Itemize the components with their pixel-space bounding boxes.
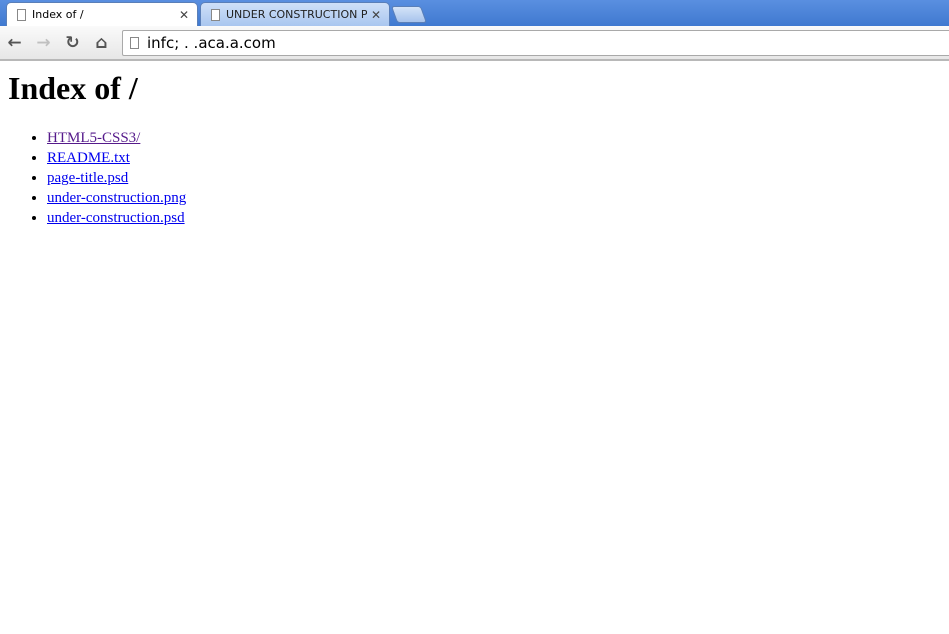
tab-title: UNDER CONSTRUCTION PAGE (226, 8, 367, 21)
tab-under-construction[interactable]: UNDER CONSTRUCTION PAGE ✕ (200, 2, 390, 26)
tab-bar: Index of / ✕ UNDER CONSTRUCTION PAGE ✕ (0, 0, 949, 26)
list-item: HTML5-CSS3/ (47, 128, 941, 148)
tab-title: Index of / (32, 8, 84, 21)
close-icon[interactable]: ✕ (179, 8, 189, 22)
list-item: under-construction.png (47, 188, 941, 208)
home-icon[interactable]: ⌂ (87, 33, 116, 53)
list-item: README.txt (47, 148, 941, 168)
reload-icon[interactable]: ↻ (58, 33, 87, 53)
arrow-left-icon[interactable]: ← (0, 33, 29, 53)
list-item: page-title.psd (47, 168, 941, 188)
link-under-construction-png[interactable]: under-construction.png (47, 190, 186, 206)
arrow-right-icon[interactable]: → (29, 33, 58, 53)
page-icon (130, 37, 139, 49)
address-text[interactable]: infc; . .aca.a.com (147, 34, 276, 52)
toolbar: ← → ↻ ⌂ infc; . .aca.a.com (0, 26, 949, 61)
link-html5-css3[interactable]: HTML5-CSS3/ (47, 130, 140, 146)
page-icon (17, 8, 26, 21)
page-icon (211, 8, 220, 21)
page-title: Index of / (8, 70, 138, 106)
address-bar[interactable]: infc; . .aca.a.com (122, 30, 949, 56)
link-page-title-psd[interactable]: page-title.psd (47, 170, 128, 186)
page-content: Index of / HTML5-CSS3/ README.txt page-t… (0, 70, 949, 228)
list-item: under-construction.psd (47, 208, 941, 228)
browser-chrome: Index of / ✕ UNDER CONSTRUCTION PAGE ✕ ←… (0, 0, 949, 61)
file-list: HTML5-CSS3/ README.txt page-title.psd un… (8, 128, 941, 228)
close-icon[interactable]: ✕ (371, 8, 381, 22)
link-under-construction-psd[interactable]: under-construction.psd (47, 210, 185, 226)
new-tab-button[interactable] (390, 6, 428, 23)
tab-index[interactable]: Index of / ✕ (6, 2, 198, 26)
link-readme[interactable]: README.txt (47, 150, 130, 166)
